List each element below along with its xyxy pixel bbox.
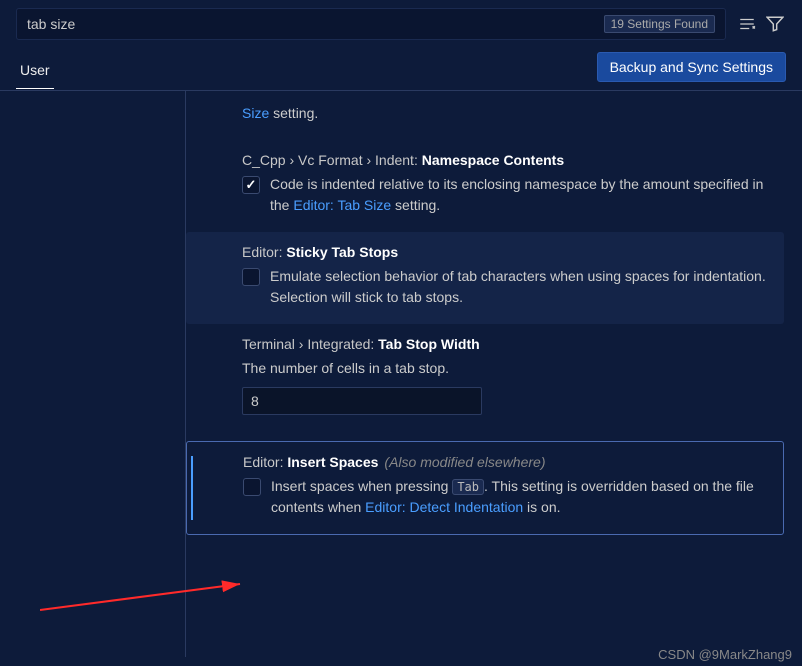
setting-insert-spaces: Editor: Insert Spaces(Also modified else… (186, 441, 784, 535)
link-detect-indentation[interactable]: Editor: Detect Indentation (365, 499, 523, 515)
setting-partial: Size setting. (186, 103, 784, 140)
input-tab-stop-width[interactable] (242, 387, 482, 415)
setting-tab-stop-width: Terminal › Integrated: Tab Stop Width Th… (186, 324, 784, 431)
checkbox-insert-spaces[interactable] (243, 478, 261, 496)
tab-user[interactable]: User (16, 54, 54, 89)
modified-indicator (191, 456, 193, 520)
search-input[interactable]: tab size (27, 16, 604, 32)
kbd-tab: Tab (452, 479, 484, 495)
link-size[interactable]: Size (242, 105, 269, 121)
checkbox-sticky-tab-stops[interactable] (242, 268, 260, 286)
results-count-badge: 19 Settings Found (604, 15, 715, 33)
watermark: CSDN @9MarkZhang9 (658, 647, 792, 662)
setting-namespace-contents: C_Cpp › Vc Format › Indent: Namespace Co… (186, 140, 784, 232)
checkbox-namespace-contents[interactable] (242, 176, 260, 194)
backup-sync-button[interactable]: Backup and Sync Settings (597, 52, 786, 82)
link-editor-tab-size[interactable]: Editor: Tab Size (293, 197, 391, 213)
search-box[interactable]: tab size 19 Settings Found (16, 8, 726, 40)
setting-sticky-tab-stops: Editor: Sticky Tab Stops Emulate selecti… (186, 232, 784, 324)
filter-icon[interactable] (764, 13, 786, 35)
settings-list: Size setting. C_Cpp › Vc Format › Indent… (185, 91, 802, 657)
clear-filters-icon[interactable] (736, 13, 758, 35)
